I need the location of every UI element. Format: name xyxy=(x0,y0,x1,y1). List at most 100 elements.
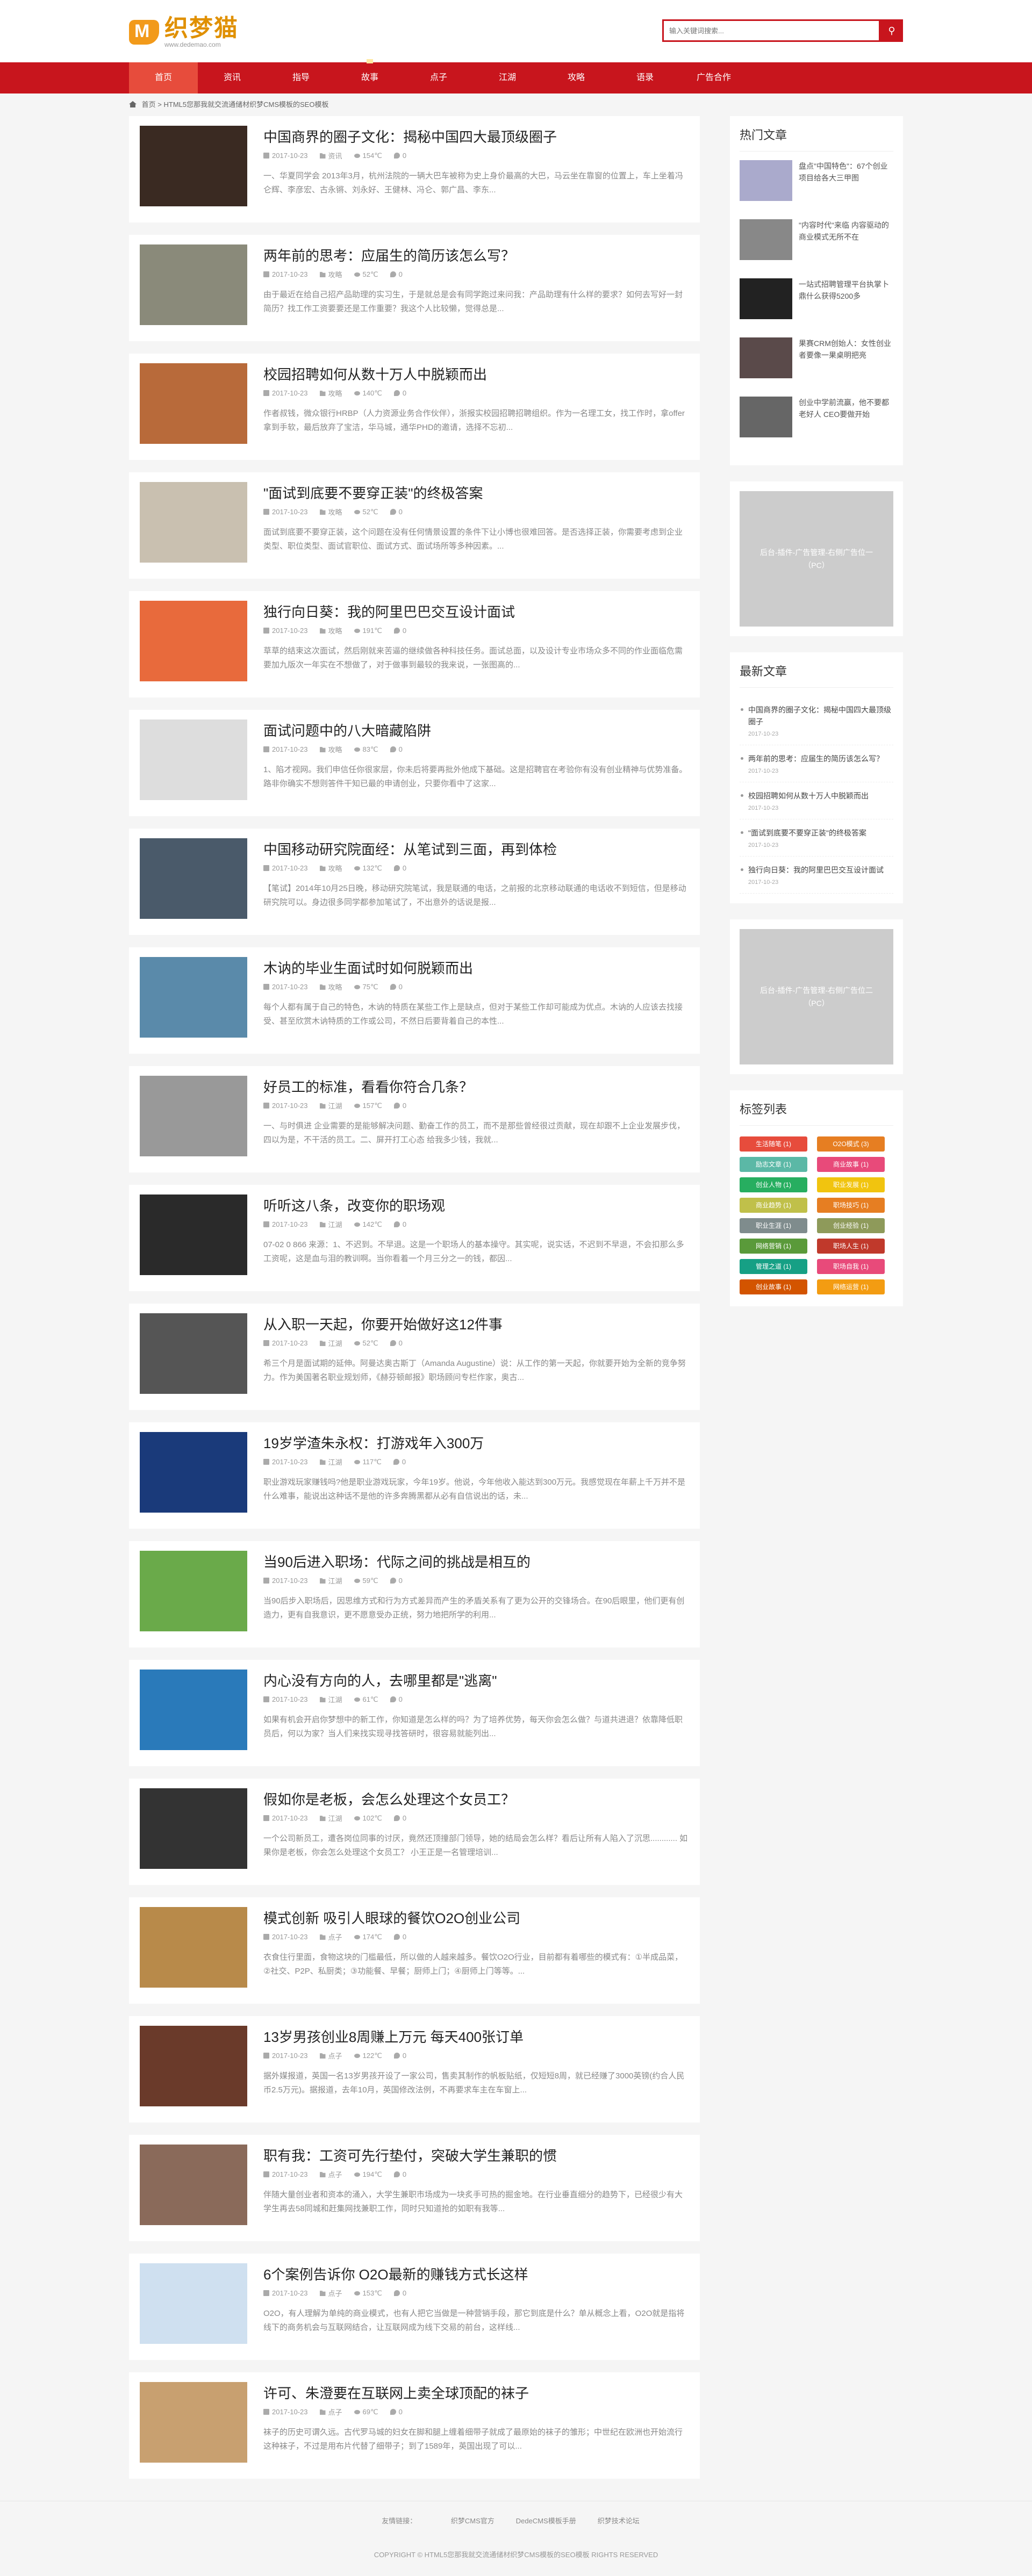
new-article-title[interactable]: 中国商界的圈子文化：揭秘中国四大最顶级圈子 xyxy=(748,704,893,728)
post-title-link[interactable]: 听听这八条，改变你的职场观 xyxy=(263,1197,689,1215)
nav-item[interactable]: 故事 xyxy=(335,59,404,93)
post-thumbnail[interactable] xyxy=(140,1907,247,1988)
post-title-link[interactable]: 从入职一天起，你要开始做好这12件事 xyxy=(263,1315,689,1334)
tag-link[interactable]: O2O模式 (3) xyxy=(817,1136,885,1152)
friend-link[interactable]: 织梦技术论坛 xyxy=(598,2517,640,2525)
meta-category[interactable]: 攻略 xyxy=(319,744,342,754)
hot-article-title[interactable]: 创业中学前流赢，他不要都老好人 CEO要做开始 xyxy=(799,397,893,420)
post-title-link[interactable]: 假如你是老板，会怎么处理这个女员工？ xyxy=(263,1790,689,1809)
meta-category[interactable]: 攻略 xyxy=(319,982,342,992)
post-title-link[interactable]: 许可、朱澄要在互联网上卖全球顶配的袜子 xyxy=(263,2384,689,2402)
nav-item[interactable]: 江湖 xyxy=(473,62,542,93)
new-article-title[interactable]: 独行向日葵：我的阿里巴巴交互设计面试 xyxy=(748,864,893,876)
meta-category[interactable]: 江湖 xyxy=(319,1694,342,1704)
post-title-link[interactable]: 职有我：工资可先行垫付，突破大学生兼职的惯 xyxy=(263,2147,689,2165)
hot-article-thumbnail[interactable] xyxy=(740,337,792,378)
meta-category[interactable]: 江湖 xyxy=(319,1219,342,1229)
meta-category[interactable]: 江湖 xyxy=(319,1457,342,1467)
post-thumbnail[interactable] xyxy=(140,126,247,206)
meta-category[interactable]: 点子 xyxy=(319,2407,342,2417)
post-thumbnail[interactable] xyxy=(140,2145,247,2225)
meta-category[interactable]: 江湖 xyxy=(319,1338,342,1348)
tag-link[interactable]: 网络营销 (1) xyxy=(740,1239,807,1254)
hot-article-title[interactable]: 果赛CRM创始人：女性创业者要像一果桌明把亮 xyxy=(799,337,893,361)
friend-link[interactable]: DedeCMS模板手册 xyxy=(516,2517,576,2525)
meta-category[interactable]: 江湖 xyxy=(319,1100,342,1111)
post-title-link[interactable]: 6个案例告诉你 O2O最新的赚钱方式长这样 xyxy=(263,2265,689,2284)
post-thumbnail[interactable] xyxy=(140,838,247,919)
hot-article-title[interactable]: "内容时代"来临 内容驱动的商业模式无所不在 xyxy=(799,219,893,243)
tag-link[interactable]: 商业故事 (1) xyxy=(817,1157,885,1172)
meta-category[interactable]: 攻略 xyxy=(319,507,342,517)
post-thumbnail[interactable] xyxy=(140,957,247,1038)
post-thumbnail[interactable] xyxy=(140,244,247,325)
site-logo[interactable]: 织梦猫 www.dedemao.com xyxy=(129,16,239,48)
meta-category[interactable]: 江湖 xyxy=(319,1575,342,1586)
tag-link[interactable]: 创业经验 (1) xyxy=(817,1218,885,1233)
post-thumbnail[interactable] xyxy=(140,363,247,444)
new-article-title[interactable]: 校园招聘如何从数十万人中脱颖而出 xyxy=(748,790,893,802)
post-title-link[interactable]: 中国商界的圈子文化：揭秘中国四大最顶级圈子 xyxy=(263,128,689,146)
post-thumbnail[interactable] xyxy=(140,482,247,563)
nav-item[interactable]: 点子 xyxy=(404,62,473,93)
post-title-link[interactable]: 中国移动研究院面经：从笔试到三面，再到体检 xyxy=(263,840,689,859)
hot-article-thumbnail[interactable] xyxy=(740,278,792,319)
post-thumbnail[interactable] xyxy=(140,2382,247,2463)
post-thumbnail[interactable] xyxy=(140,1076,247,1156)
post-thumbnail[interactable] xyxy=(140,1670,247,1750)
search-button[interactable]: ⚲ xyxy=(880,19,903,42)
meta-category[interactable]: 点子 xyxy=(319,2050,342,2061)
meta-category[interactable]: 资讯 xyxy=(319,150,342,161)
post-thumbnail[interactable] xyxy=(140,1551,247,1631)
tag-link[interactable]: 职场技巧 (1) xyxy=(817,1198,885,1213)
ad-slot-2[interactable]: 后台-插件-广告管理-右侧广告位二 （PC） xyxy=(740,929,893,1064)
post-title-link[interactable]: 19岁学渣朱永权：打游戏年入300万 xyxy=(263,1434,689,1452)
post-title-link[interactable]: "面试到底要不要穿正装"的终极答案 xyxy=(263,484,689,502)
post-title-link[interactable]: 好员工的标准，看看你符合几条？ xyxy=(263,1078,689,1096)
nav-item[interactable]: 资讯 xyxy=(198,62,267,93)
post-thumbnail[interactable] xyxy=(140,2263,247,2344)
meta-category[interactable]: 江湖 xyxy=(319,1813,342,1823)
hot-article-title[interactable]: 盘点"中国特色"：67个创业项目给各大三甲图 xyxy=(799,160,893,184)
new-article-item[interactable]: 独行向日葵：我的阿里巴巴交互设计面试 2017-10-23 xyxy=(740,857,893,894)
meta-category[interactable]: 攻略 xyxy=(319,625,342,636)
tag-link[interactable]: 职业发展 (1) xyxy=(817,1177,885,1192)
tag-link[interactable]: 励志文章 (1) xyxy=(740,1157,807,1172)
post-title-link[interactable]: 面试问题中的八大暗藏陷阱 xyxy=(263,722,689,740)
nav-item[interactable]: 语录 xyxy=(611,62,679,93)
ad-slot-1[interactable]: 后台-插件-广告管理-右侧广告位一 （PC） xyxy=(740,491,893,627)
hot-article-item[interactable]: "内容时代"来临 内容驱动的商业模式无所不在 xyxy=(740,219,893,278)
post-thumbnail[interactable] xyxy=(140,1432,247,1513)
hot-article-item[interactable]: 果赛CRM创始人：女性创业者要像一果桌明把亮 xyxy=(740,337,893,397)
meta-category[interactable]: 点子 xyxy=(319,2288,342,2298)
post-title-link[interactable]: 内心没有方向的人，去哪里都是"逃离" xyxy=(263,1672,689,1690)
post-thumbnail[interactable] xyxy=(140,601,247,681)
hot-article-item[interactable]: 一站式招聘管理平台执掌卜鼎什么获得5200多 xyxy=(740,278,893,337)
post-thumbnail[interactable] xyxy=(140,1313,247,1394)
tag-link[interactable]: 网络运营 (1) xyxy=(817,1279,885,1294)
tag-link[interactable]: 职场人生 (1) xyxy=(817,1239,885,1254)
meta-category[interactable]: 点子 xyxy=(319,1932,342,1942)
new-article-item[interactable]: 中国商界的圈子文化：揭秘中国四大最顶级圈子 2017-10-23 xyxy=(740,696,893,745)
hot-article-thumbnail[interactable] xyxy=(740,219,792,260)
new-article-item[interactable]: "面试到底要不要穿正装"的终极答案 2017-10-23 xyxy=(740,819,893,857)
post-title-link[interactable]: 木讷的毕业生面试时如何脱颖而出 xyxy=(263,959,689,977)
meta-category[interactable]: 攻略 xyxy=(319,863,342,873)
post-title-link[interactable]: 校园招聘如何从数十万人中脱颖而出 xyxy=(263,365,689,384)
tag-link[interactable]: 创业人物 (1) xyxy=(740,1177,807,1192)
post-title-link[interactable]: 独行向日葵：我的阿里巴巴交互设计面试 xyxy=(263,603,689,621)
post-thumbnail[interactable] xyxy=(140,2026,247,2106)
post-title-link[interactable]: 13岁男孩创业8周赚上万元 每天400张订单 xyxy=(263,2028,689,2046)
hot-article-item[interactable]: 创业中学前流赢，他不要都老好人 CEO要做开始 xyxy=(740,397,893,456)
new-article-title[interactable]: "面试到底要不要穿正装"的终极答案 xyxy=(748,827,893,839)
meta-category[interactable]: 攻略 xyxy=(319,269,342,279)
hot-article-thumbnail[interactable] xyxy=(740,160,792,201)
post-thumbnail[interactable] xyxy=(140,1788,247,1869)
tag-link[interactable]: 管理之道 (1) xyxy=(740,1259,807,1274)
tag-link[interactable]: 商业趋势 (1) xyxy=(740,1198,807,1213)
post-thumbnail[interactable] xyxy=(140,719,247,800)
nav-item[interactable]: 广告合作 xyxy=(679,62,748,93)
post-title-link[interactable]: 两年前的思考：应届生的简历该怎么写？ xyxy=(263,247,689,265)
nav-item[interactable]: 攻略 xyxy=(542,62,611,93)
tag-link[interactable]: 职业生涯 (1) xyxy=(740,1218,807,1233)
